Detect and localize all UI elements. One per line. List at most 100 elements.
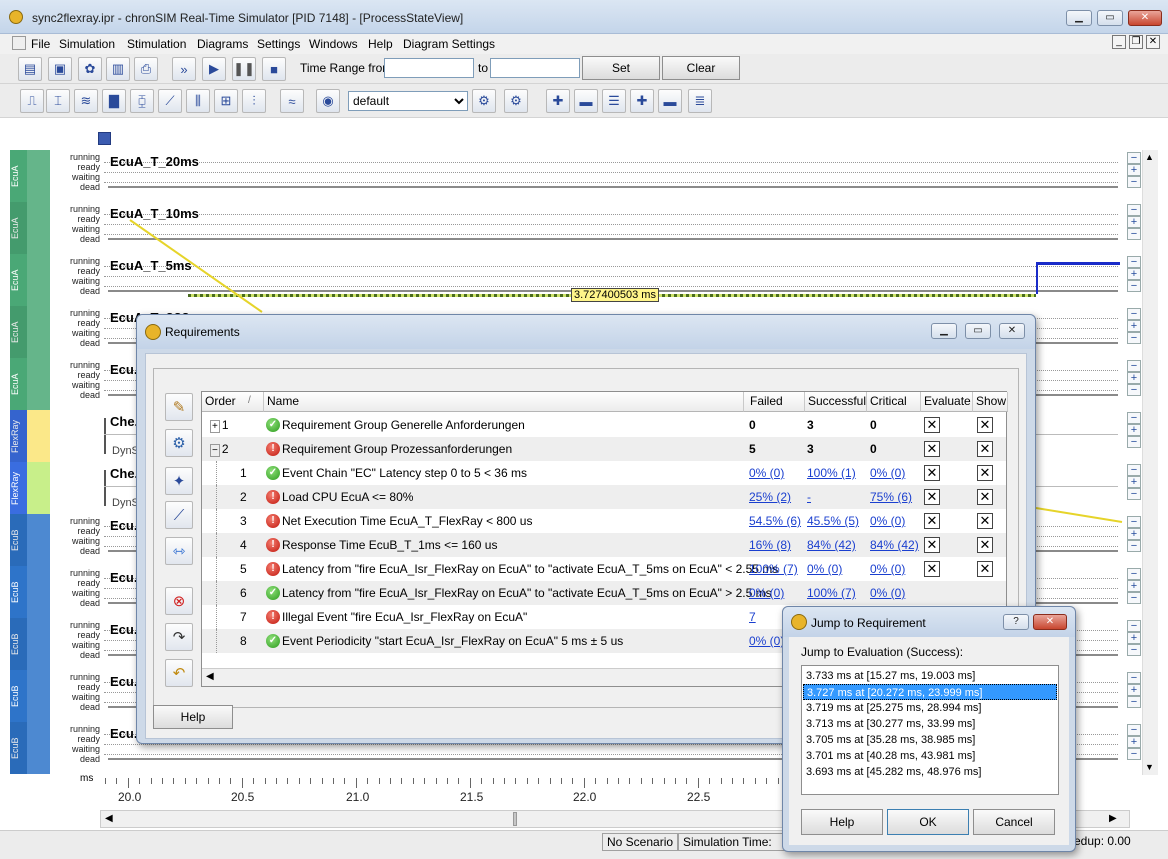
- fast-forward-icon[interactable]: »: [172, 57, 196, 81]
- successful-value[interactable]: 84% (42): [807, 533, 856, 557]
- lane-remove-button[interactable]: −: [1127, 228, 1141, 240]
- show-checkbox[interactable]: ✕: [977, 537, 993, 553]
- open-project-icon[interactable]: ▤: [18, 57, 42, 81]
- sort-lanes-icon[interactable]: ☰: [602, 89, 626, 113]
- requirement-row[interactable]: 1 ✓ Event Chain "EC" Latency step 0 to 5…: [202, 461, 1006, 485]
- requirements-help-button[interactable]: Help: [153, 705, 233, 729]
- preset-select[interactable]: default: [348, 91, 468, 111]
- scroll-left-icon[interactable]: ◀: [105, 813, 113, 824]
- lane-collapse-button[interactable]: −: [1127, 412, 1141, 424]
- col-show[interactable]: Show: [973, 392, 1008, 412]
- marker-icon[interactable]: [98, 132, 111, 145]
- eye-icon[interactable]: ◉: [316, 89, 340, 113]
- scroll-up-icon[interactable]: ▲: [1145, 152, 1154, 162]
- requirement-row[interactable]: 6 ✓ Latency from "fire EcuA_Isr_FlexRay …: [202, 581, 1006, 605]
- lane-remove-button[interactable]: −: [1127, 540, 1141, 552]
- critical-value[interactable]: 75% (6): [870, 485, 912, 509]
- menu-help[interactable]: Help: [368, 37, 393, 51]
- load-icon[interactable]: ≋: [74, 89, 98, 113]
- save-icon[interactable]: ▣: [48, 57, 72, 81]
- lane-expand-button[interactable]: +: [1127, 372, 1141, 384]
- requirements-minimize-button[interactable]: ▁: [931, 323, 957, 339]
- lane-remove-button[interactable]: −: [1127, 644, 1141, 656]
- lane-remove-button[interactable]: −: [1127, 696, 1141, 708]
- failed-value[interactable]: 54.5% (6): [749, 509, 801, 533]
- evaluate-checkbox[interactable]: ✕: [924, 417, 940, 433]
- evaluate-checkbox[interactable]: ✕: [924, 465, 940, 481]
- evaluation-item[interactable]: 3.719 ms at [25.275 ms, 28.994 ms]: [803, 700, 1057, 716]
- requirements-maximize-button[interactable]: ▭: [965, 323, 991, 339]
- lane-expand-button[interactable]: +: [1127, 528, 1141, 540]
- lane-expand-button[interactable]: +: [1127, 320, 1141, 332]
- lane-expand-button[interactable]: +: [1127, 580, 1141, 592]
- show-checkbox[interactable]: ✕: [977, 489, 993, 505]
- lane-remove-button[interactable]: −: [1127, 280, 1141, 292]
- requirement-row[interactable]: 3 ! Net Execution Time EcuA_T_FlexRay < …: [202, 509, 1006, 533]
- show-checkbox[interactable]: ✕: [977, 465, 993, 481]
- chart-requirement-icon[interactable]: ⟋: [165, 501, 193, 529]
- evaluation-item[interactable]: 3.701 ms at [40.28 ms, 43.981 ms]: [803, 748, 1057, 764]
- evaluation-item[interactable]: 3.705 ms at [35.28 ms, 38.985 ms]: [803, 732, 1057, 748]
- lane-remove-button[interactable]: −: [1127, 436, 1141, 448]
- successful-value[interactable]: -: [807, 485, 811, 509]
- jump-cancel-button[interactable]: Cancel: [973, 809, 1055, 835]
- timeline-icon[interactable]: ⫼: [186, 89, 210, 113]
- edit-requirement-icon[interactable]: ✎: [165, 393, 193, 421]
- show-checkbox[interactable]: ✕: [977, 417, 993, 433]
- failed-value[interactable]: 100% (7): [749, 557, 798, 581]
- list-all-icon[interactable]: ≣: [688, 89, 712, 113]
- jump-help-title-button[interactable]: ?: [1003, 614, 1029, 630]
- requirements-close-button[interactable]: ✕: [999, 323, 1025, 339]
- evaluate-icon[interactable]: ✦: [165, 467, 193, 495]
- boxplot-icon[interactable]: ⧮: [130, 89, 154, 113]
- evaluation-item[interactable]: 3.727 ms at [20.272 ms, 23.999 ms]: [803, 684, 1057, 700]
- close-button[interactable]: ✕: [1128, 10, 1162, 26]
- lane-expand-button[interactable]: +: [1127, 684, 1141, 696]
- evaluate-checkbox[interactable]: ✕: [924, 441, 940, 457]
- lane-remove-button[interactable]: −: [1127, 176, 1141, 188]
- failed-value[interactable]: 0% (0): [749, 461, 784, 485]
- jump-help-button[interactable]: Help: [801, 809, 883, 835]
- critical-value[interactable]: 0% (0): [870, 509, 905, 533]
- undo-icon[interactable]: ↶: [165, 659, 193, 687]
- requirement-row[interactable]: −2 ! Requirement Group Prozessanforderun…: [202, 437, 1006, 461]
- requirement-row[interactable]: 5 ! Latency from "fire EcuA_Isr_FlexRay …: [202, 557, 1006, 581]
- evaluate-checkbox[interactable]: ✕: [924, 513, 940, 529]
- evaluate-checkbox[interactable]: ✕: [924, 489, 940, 505]
- lane-collapse-button[interactable]: −: [1127, 672, 1141, 684]
- expand-lane-icon[interactable]: ✚: [546, 89, 570, 113]
- mdi-restore-button[interactable]: ❐: [1129, 35, 1143, 49]
- pause-icon[interactable]: ❚❚: [232, 57, 256, 81]
- lane-11[interactable]: EcuB: [10, 722, 50, 774]
- failed-value[interactable]: 0% (0): [749, 581, 784, 605]
- failed-value[interactable]: 25% (2): [749, 485, 791, 509]
- jump-to-requirement-dialog[interactable]: Jump to Requirement ? ✕ Jump to Evaluati…: [782, 606, 1076, 852]
- requirement-row[interactable]: 2 ! Load CPU EcuA <= 80% 25% (2) - 75% (…: [202, 485, 1006, 509]
- col-failed[interactable]: Failed: [747, 392, 805, 412]
- failed-value[interactable]: 7: [749, 605, 756, 629]
- menu-diagram-settings[interactable]: Diagram Settings: [403, 37, 495, 51]
- time-from-input[interactable]: [384, 58, 474, 78]
- evaluate-checkbox[interactable]: ✕: [924, 537, 940, 553]
- successful-value[interactable]: 45.5% (5): [807, 509, 859, 533]
- report-icon[interactable]: ▥: [106, 57, 130, 81]
- lane-remove-button[interactable]: −: [1127, 332, 1141, 344]
- col-evaluate[interactable]: Evaluate: [921, 392, 973, 412]
- failed-value[interactable]: 0% (0): [749, 629, 784, 653]
- step-icon[interactable]: ▶: [202, 57, 226, 81]
- menu-stimulation[interactable]: Stimulation: [127, 37, 186, 51]
- state-view-icon[interactable]: ⎍: [20, 89, 44, 113]
- add-all-icon[interactable]: ✚: [630, 89, 654, 113]
- requirement-row[interactable]: 4 ! Response Time EcuB_T_1ms <= 160 us 1…: [202, 533, 1006, 557]
- lane-5[interactable]: FlexRay: [10, 410, 50, 462]
- lane-collapse-button[interactable]: −: [1127, 204, 1141, 216]
- evaluation-item[interactable]: 3.713 ms at [30.277 ms, 33.99 ms]: [803, 716, 1057, 732]
- delete-requirement-icon[interactable]: ⊗: [165, 587, 193, 615]
- successful-value[interactable]: 100% (1): [807, 461, 856, 485]
- critical-value[interactable]: 84% (42): [870, 533, 919, 557]
- lane-collapse-button[interactable]: −: [1127, 724, 1141, 736]
- failed-value[interactable]: 16% (8): [749, 533, 791, 557]
- scroll-thumb[interactable]: [513, 812, 517, 826]
- jump-close-button[interactable]: ✕: [1033, 614, 1067, 630]
- bar-icon[interactable]: ⫶: [242, 89, 266, 113]
